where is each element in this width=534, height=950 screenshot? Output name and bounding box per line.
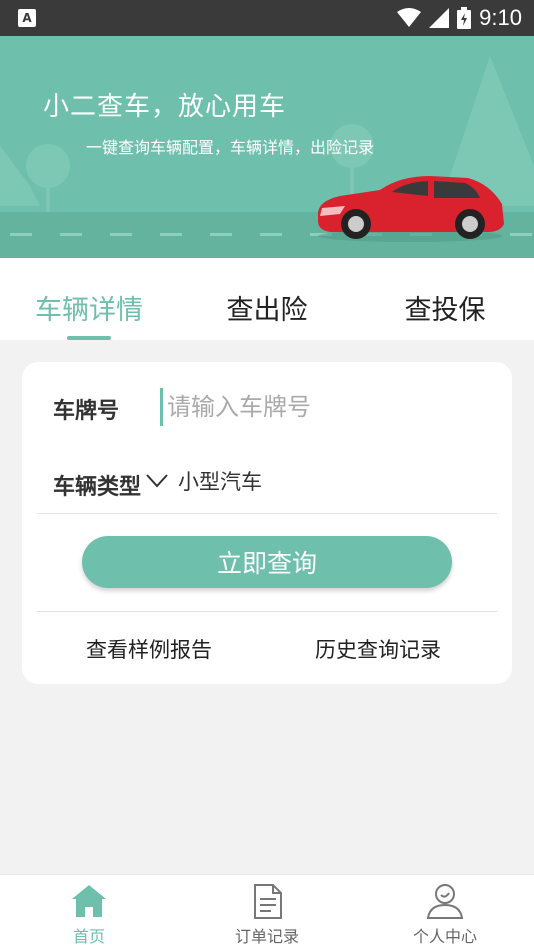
nav-orders-label: 订单记录 bbox=[234, 927, 299, 946]
nav-home[interactable]: 首页 bbox=[29, 875, 149, 950]
plate-label: 车牌号 bbox=[53, 399, 120, 424]
plate-input[interactable] bbox=[160, 388, 480, 426]
tab-bar: 车辆详情 查出险 查投保 bbox=[0, 258, 534, 340]
nav-orders[interactable]: 订单记录 bbox=[207, 875, 327, 950]
banner-subtitle: 一键查询车辆配置，车辆详情，出险记录 bbox=[86, 138, 375, 157]
user-icon bbox=[426, 884, 464, 919]
car-illustration bbox=[318, 176, 504, 242]
document-icon bbox=[254, 884, 282, 919]
vehicle-type-select[interactable]: 小型汽车 bbox=[146, 466, 262, 496]
status-bar: A 9:10 bbox=[0, 0, 534, 36]
nav-home-label: 首页 bbox=[72, 927, 105, 946]
status-left: A bbox=[18, 9, 36, 27]
sample-report-link[interactable]: 查看样例报告 bbox=[86, 634, 212, 664]
bottom-nav: 首页 订单记录 个人中心 bbox=[0, 874, 534, 950]
tab-insurance-check[interactable]: 查投保 bbox=[375, 288, 515, 327]
tab-accident-check[interactable]: 查出险 bbox=[197, 288, 337, 327]
tab-vehicle-details[interactable]: 车辆详情 bbox=[19, 288, 159, 327]
home-icon bbox=[72, 885, 106, 917]
status-right: 9:10 bbox=[397, 5, 522, 31]
battery-icon bbox=[457, 7, 472, 29]
divider bbox=[37, 513, 497, 514]
query-card: 车牌号 车辆类型 小型汽车 立即查询 查看样例报告 历史查询记录 bbox=[22, 362, 512, 684]
active-tab-indicator bbox=[67, 336, 111, 340]
vehicle-type-label: 车辆类型 bbox=[53, 475, 142, 500]
banner-title: 小二查车，放心用车 bbox=[43, 92, 287, 122]
history-link[interactable]: 历史查询记录 bbox=[315, 634, 441, 664]
divider bbox=[37, 611, 497, 612]
chevron-down-icon bbox=[146, 474, 168, 488]
vehicle-type-value: 小型汽车 bbox=[178, 470, 262, 494]
wifi-icon bbox=[397, 8, 422, 27]
signal-icon bbox=[429, 8, 450, 28]
query-button[interactable]: 立即查询 bbox=[82, 536, 452, 588]
nav-profile[interactable]: 个人中心 bbox=[385, 875, 505, 950]
nav-profile-label: 个人中心 bbox=[412, 927, 477, 946]
banner: 小二查车，放心用车 一键查询车辆配置，车辆详情，出险记录 bbox=[0, 36, 534, 258]
app-notification-icon: A bbox=[18, 9, 36, 27]
status-time: 9:10 bbox=[479, 5, 522, 30]
